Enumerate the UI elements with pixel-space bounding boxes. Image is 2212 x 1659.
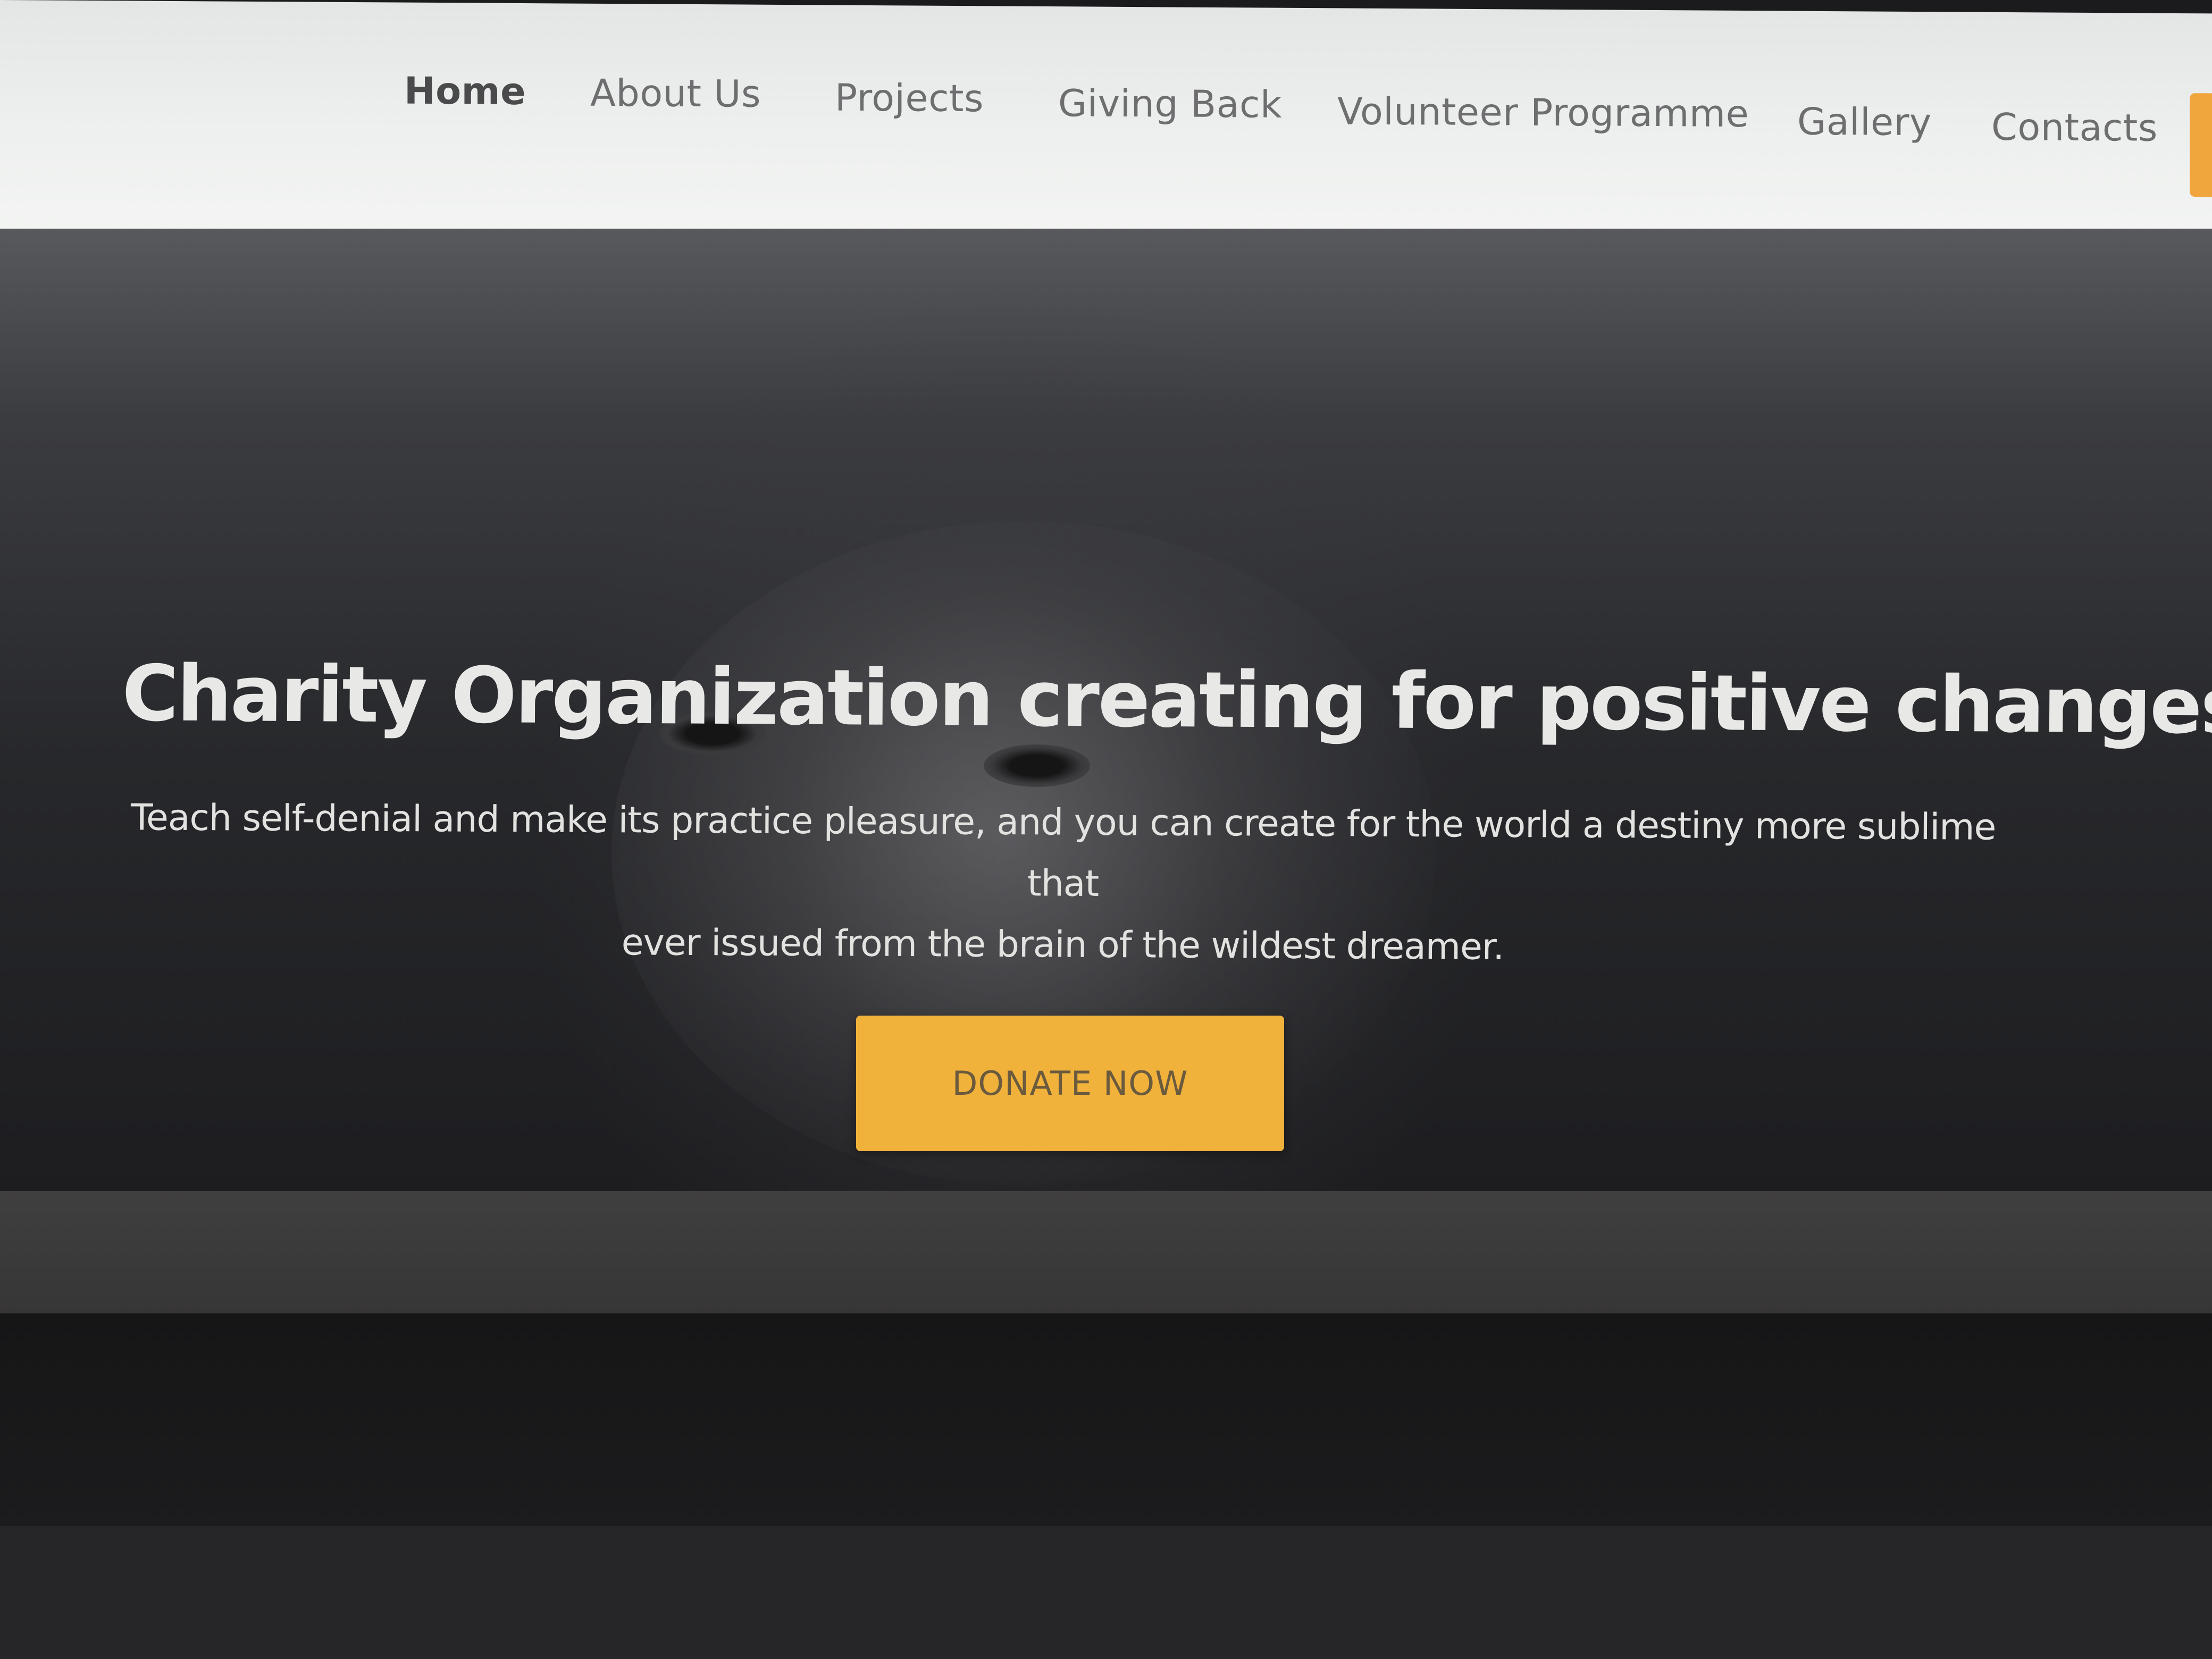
donate-now-button[interactable]: DONATE NOW [856,1016,1284,1151]
browser-screen: Home About Us Projects Giving Back Volun… [0,0,2212,1659]
nav-item-home[interactable]: Home [404,69,526,113]
hero-image-eye-right [984,744,1090,787]
lower-section-background [0,1313,2212,1537]
nav-item-projects[interactable]: Projects [835,76,984,121]
nav-item-about-us[interactable]: About Us [590,71,761,116]
hero-image-ledge [0,1191,2212,1313]
bottom-section-strip [0,1526,2212,1659]
nav-item-giving-back[interactable]: Giving Back [1058,81,1282,127]
hero-title: Charity Organization creating for positi… [121,649,2212,752]
nav-item-volunteer-programme[interactable]: Volunteer Programme [1337,89,1749,136]
hero-banner: Charity Organization creating for positi… [0,229,2212,1191]
hero-subtitle-line-1: Teach self-denial and make its practice … [130,797,1996,905]
nav-item-contacts[interactable]: Contacts [1991,105,2158,150]
header-action-button-edge[interactable] [2190,93,2212,197]
main-navigation: Home About Us Projects Giving Back Volun… [0,61,2212,160]
hero-subtitle-line-2: ever issued from the brain of the wildes… [621,921,1504,968]
hero-subtitle: Teach self-denial and make its practice … [89,787,2037,981]
site-header: Home About Us Projects Giving Back Volun… [0,0,2212,250]
nav-item-gallery[interactable]: Gallery [1797,100,1932,145]
